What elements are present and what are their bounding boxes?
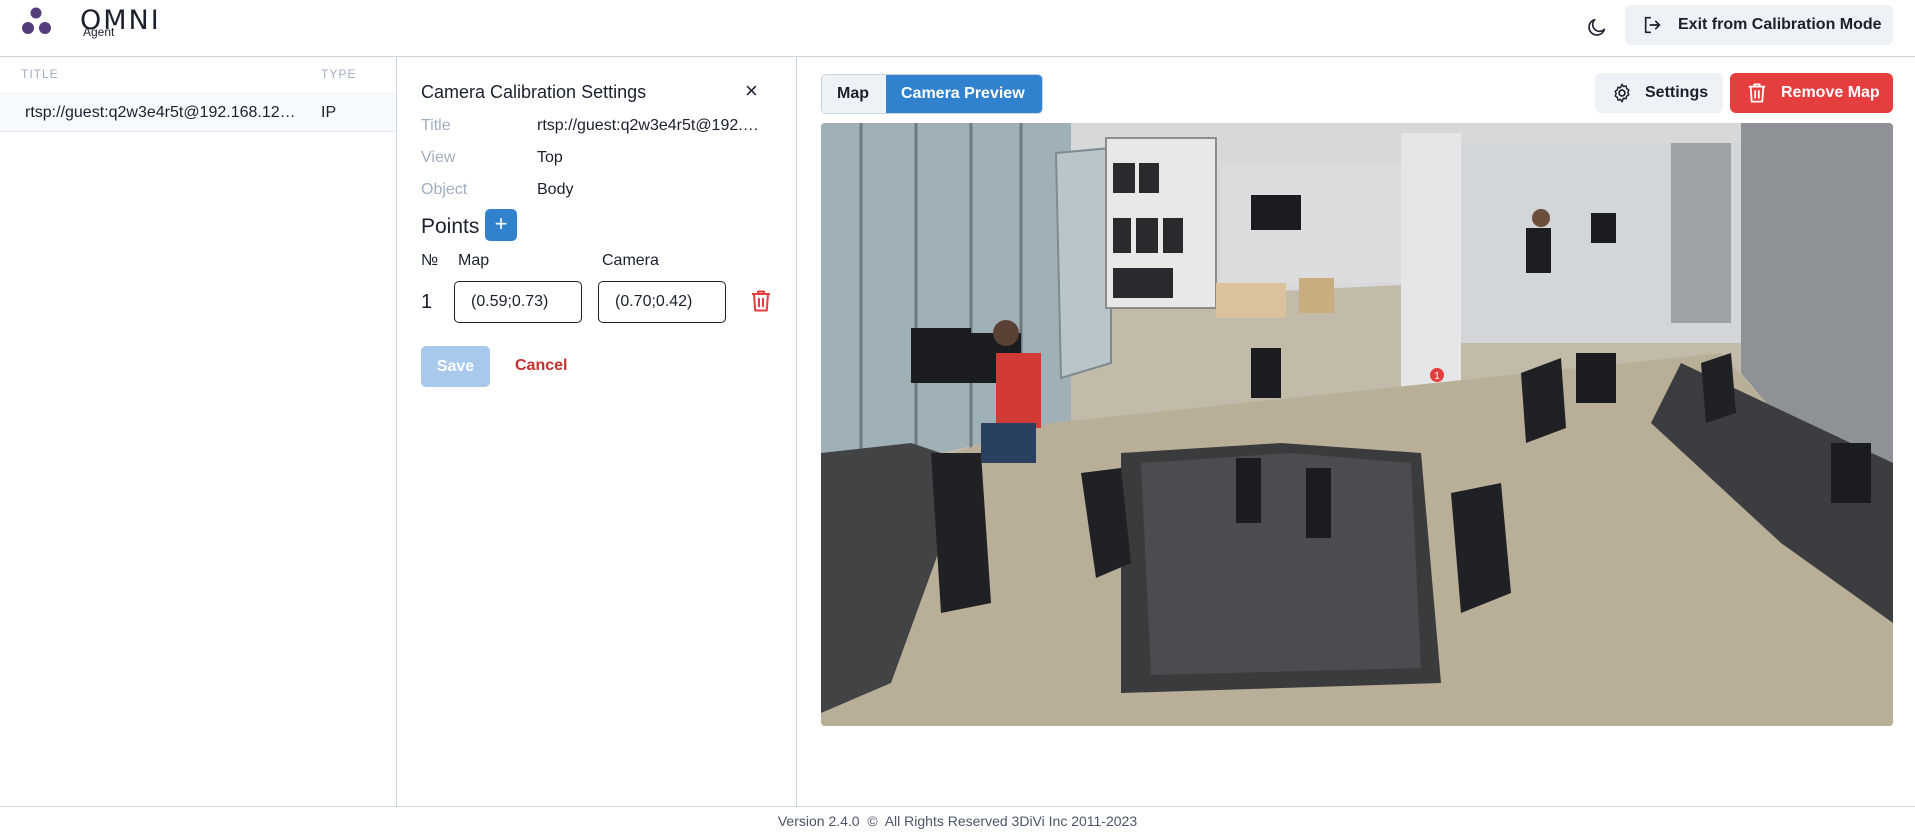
- copyright-icon: ©: [863, 813, 882, 829]
- panel-title: Camera Calibration Settings: [421, 82, 647, 102]
- field-label-title: Title: [421, 117, 451, 134]
- settings-label: Settings: [1645, 84, 1709, 101]
- logo-subtitle: Agent: [83, 25, 115, 39]
- remove-map-label: Remove Map: [1781, 84, 1880, 101]
- calibration-point-marker: 1: [1434, 371, 1440, 382]
- field-label-view: View: [421, 149, 456, 166]
- gear-icon: [1614, 83, 1630, 103]
- camera-list-item[interactable]: rtsp://guest:q2w3e4r5t@192.168.12… IP: [0, 92, 396, 132]
- field-label-object: Object: [421, 181, 468, 198]
- theme-toggle-button[interactable]: [1582, 12, 1612, 42]
- close-icon[interactable]: ×: [745, 80, 758, 102]
- logout-icon: [1644, 16, 1661, 34]
- delete-point-button[interactable]: [750, 289, 774, 313]
- camera-preview-image[interactable]: 1: [821, 123, 1893, 726]
- trash-icon: [1748, 83, 1766, 103]
- camera-point-input[interactable]: [598, 281, 726, 323]
- tab-camera-preview[interactable]: Camera Preview: [886, 75, 1042, 113]
- settings-button[interactable]: Settings: [1595, 73, 1723, 113]
- camera-frame-image: 1: [821, 123, 1893, 726]
- points-col-map: Map: [458, 252, 490, 269]
- camera-list-panel: TITLE TYPE rtsp://guest:q2w3e4r5t@192.16…: [0, 57, 397, 806]
- tab-map[interactable]: Map: [822, 75, 886, 113]
- exit-calibration-button[interactable]: Exit from Calibration Mode: [1625, 5, 1893, 45]
- logo-dots-icon: [22, 7, 51, 34]
- points-col-camera: Camera: [602, 252, 659, 269]
- calibration-settings-panel: Camera Calibration Settings × Title rtsp…: [397, 57, 797, 806]
- remove-map-button[interactable]: Remove Map: [1730, 73, 1893, 113]
- column-header-title: TITLE: [21, 67, 59, 81]
- exit-calibration-label: Exit from Calibration Mode: [1678, 16, 1882, 33]
- field-value-title: rtsp://guest:q2w3e4r5t@192.1…: [537, 117, 767, 134]
- moon-icon: [1588, 18, 1606, 36]
- field-value-object: Body: [537, 181, 574, 198]
- view-tabs: Map Camera Preview: [821, 74, 1043, 114]
- cancel-button[interactable]: Cancel: [515, 357, 567, 375]
- save-button[interactable]: Save: [421, 346, 490, 387]
- app-footer: Version 2.4.0 © All Rights Reserved 3DiV…: [0, 806, 1915, 835]
- column-header-type: TYPE: [321, 67, 357, 81]
- field-value-view: Top: [537, 149, 563, 166]
- app-header: OMNI Agent Exit from Calibration Mode: [0, 0, 1915, 57]
- point-number: 1: [421, 291, 433, 313]
- camera-title: rtsp://guest:q2w3e4r5t@192.168.12…: [25, 104, 296, 121]
- copyright-text: All Rights Reserved 3DiVi Inc 2011-2023: [884, 813, 1138, 829]
- omni-logo: OMNI Agent: [20, 4, 180, 39]
- trash-icon: [752, 290, 770, 312]
- map-point-input[interactable]: [454, 281, 582, 323]
- camera-type: IP: [321, 104, 337, 121]
- points-heading: Points: [421, 215, 480, 238]
- points-col-number: №: [421, 252, 439, 269]
- version-text: Version 2.4.0: [777, 813, 860, 829]
- add-point-button[interactable]: +: [485, 209, 517, 241]
